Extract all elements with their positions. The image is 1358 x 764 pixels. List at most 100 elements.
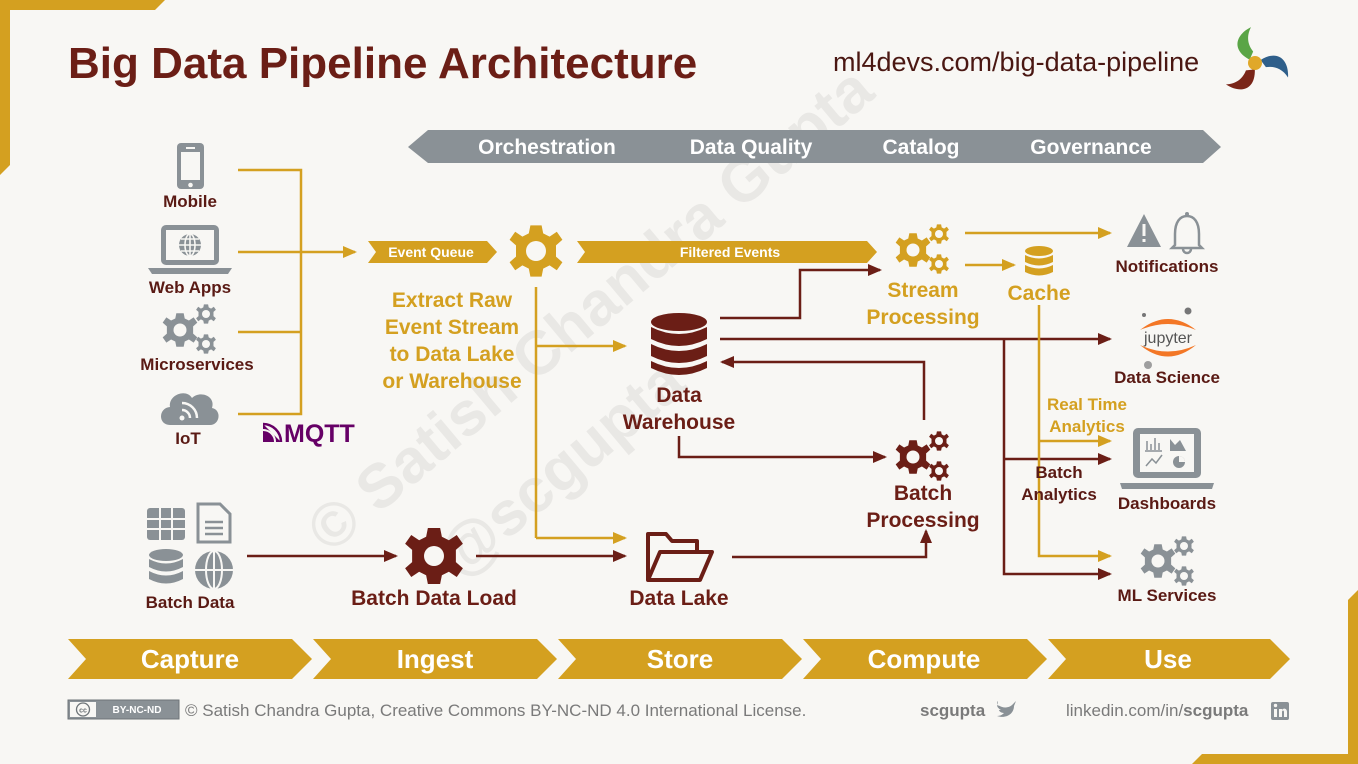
stage-label-compute: Compute <box>868 644 981 674</box>
band-item-governance: Governance <box>1030 136 1151 159</box>
source-label-iot: IoT <box>175 429 201 448</box>
diagram-canvas: © Satish Chandra Gupta @scgupta Big Data… <box>0 0 1358 764</box>
consumer-notifications: Notifications <box>1116 212 1219 276</box>
node-cache: Cache <box>1007 246 1071 305</box>
event-queue-label: Event Queue <box>388 244 474 260</box>
source-label-mobile: Mobile <box>163 192 217 211</box>
real-time-analytics-label-1: Real Time <box>1047 395 1127 414</box>
extract-line-1: Extract Raw <box>392 289 513 312</box>
mobile-phone-icon <box>177 143 204 189</box>
bell-icon <box>1168 214 1206 250</box>
batch-processing-label-1: Batch <box>894 482 952 505</box>
stage-label-use: Use <box>1144 644 1192 674</box>
data-warehouse-label-1: Data <box>656 384 702 407</box>
database-icon <box>651 313 707 375</box>
jupyter-logo-text: jupyter <box>1143 330 1193 347</box>
consumer-label-ml-services: ML Services <box>1118 586 1217 605</box>
arrow-batch-to-warehouse <box>720 356 926 420</box>
stage-store: Store <box>558 639 802 679</box>
source-label-web-apps: Web Apps <box>149 278 231 297</box>
extract-line-3: to Data Lake <box>390 343 515 366</box>
twitter-link[interactable]: scgupta <box>920 701 1016 720</box>
event-queue-pill: Event Queue <box>368 241 497 263</box>
node-stream-processing: Stream Processing <box>866 224 980 329</box>
footer: cc BY-NC-ND © Satish Chandra Gupta, Crea… <box>67 699 1289 720</box>
consumer-label-notifications: Notifications <box>1116 257 1219 276</box>
stage-label-capture: Capture <box>141 644 239 674</box>
folder-open-icon <box>646 532 714 582</box>
consumer-ml-services: ML Services <box>1118 536 1217 605</box>
node-data-lake: Data Lake <box>629 532 729 610</box>
source-label-microservices: Microservices <box>140 355 253 374</box>
stream-processing-label-2: Processing <box>866 306 979 329</box>
linkedin-url[interactable]: linkedin.com/in/scgupta <box>1066 701 1249 720</box>
stage-capture: Capture <box>68 639 312 679</box>
warning-bell-icon <box>1127 212 1206 255</box>
source-microservices: Microservices <box>140 304 254 374</box>
site-url-link[interactable]: ml4devs.com/big-data-pipeline <box>833 47 1199 77</box>
data-lake-label: Data Lake <box>629 587 728 610</box>
document-icon <box>196 502 232 544</box>
table-icon <box>147 508 185 540</box>
gears-icon <box>1140 536 1194 586</box>
laptop-globe-icon <box>148 225 232 274</box>
filtered-events-label: Filtered Events <box>680 244 781 260</box>
cloud-signal-icon <box>161 393 219 425</box>
band-item-orchestration: Orchestration <box>478 136 616 159</box>
stream-gears-icon <box>895 224 949 274</box>
license-text: © Satish Chandra Gupta, Creative Commons… <box>185 701 806 720</box>
cache-label: Cache <box>1007 282 1070 305</box>
batch-data-load-label: Batch Data Load <box>351 587 517 610</box>
cc-badge-label: BY-NC-ND <box>113 705 162 716</box>
arrow-to-ml-services <box>1002 339 1112 580</box>
stage-label-ingest: Ingest <box>397 644 474 674</box>
consumer-label-data-science: Data Science <box>1114 368 1220 387</box>
twitter-handle[interactable]: scgupta <box>920 701 986 720</box>
page-title: Big Data Pipeline Architecture <box>68 39 697 88</box>
consumer-data-science: jupyter Data Science <box>1114 307 1220 387</box>
linkedin-handle: scgupta <box>1183 701 1249 720</box>
batch-gears-icon <box>895 431 949 481</box>
node-batch-data-load: Batch Data Load <box>247 528 627 610</box>
jupyter-icon: jupyter <box>1140 307 1196 369</box>
laptop-charts-icon <box>1120 428 1214 489</box>
batch-analytics-label-1: Batch <box>1035 463 1082 482</box>
filtered-events-pill: Filtered Events <box>577 241 877 263</box>
arrow-warehouse-to-stream <box>720 264 882 320</box>
node-batch-processing: Batch Processing <box>866 431 980 532</box>
source-web-apps: Web Apps <box>148 225 232 297</box>
extract-line-4: or Warehouse <box>382 370 521 393</box>
extract-line-2: Event Stream <box>385 316 519 339</box>
arrow-lake-to-batch <box>732 529 932 559</box>
stream-processing-label-1: Stream <box>887 279 958 302</box>
gears-icon <box>162 304 216 354</box>
cc-license-badge[interactable]: cc BY-NC-ND <box>67 699 180 720</box>
globe-icon <box>195 550 233 590</box>
source-batch-data: Batch Data <box>146 502 235 612</box>
source-connectors <box>238 168 357 416</box>
mqtt-signal-icon <box>262 422 283 443</box>
mqtt-label: MQTT <box>284 420 355 448</box>
batch-processing-label-2: Processing <box>866 509 979 532</box>
consumer-label-dashboards: Dashboards <box>1118 494 1216 513</box>
band-item-data-quality: Data Quality <box>690 136 813 159</box>
stage-bar: Capture Ingest Store Compute Use <box>68 639 1290 679</box>
ml4devs-logo-icon <box>1225 27 1289 90</box>
stage-ingest: Ingest <box>313 639 557 679</box>
linkedin-prefix: linkedin.com/in/ <box>1066 701 1183 720</box>
consumer-dashboards: Dashboards <box>1118 428 1216 513</box>
cache-database-icon <box>1025 246 1053 276</box>
band-item-catalog: Catalog <box>882 136 959 159</box>
database-icon <box>149 549 183 584</box>
source-iot: IoT <box>161 393 219 448</box>
real-time-analytics-label-2: Analytics <box>1049 417 1125 436</box>
data-warehouse-label-2: Warehouse <box>623 411 735 434</box>
arrow-warehouse-to-batch <box>677 436 887 463</box>
batch-analytics-label-2: Analytics <box>1021 485 1097 504</box>
pipeline-diagram: © Satish Chandra Gupta @scgupta Big Data… <box>0 0 1358 764</box>
linkedin-link[interactable]: linkedin.com/in/scgupta <box>1066 701 1289 720</box>
source-label-batch-data: Batch Data <box>146 593 235 612</box>
svg-text:cc: cc <box>79 708 87 715</box>
twitter-bird-icon <box>997 701 1016 717</box>
ingest-gear-icon <box>509 225 563 277</box>
